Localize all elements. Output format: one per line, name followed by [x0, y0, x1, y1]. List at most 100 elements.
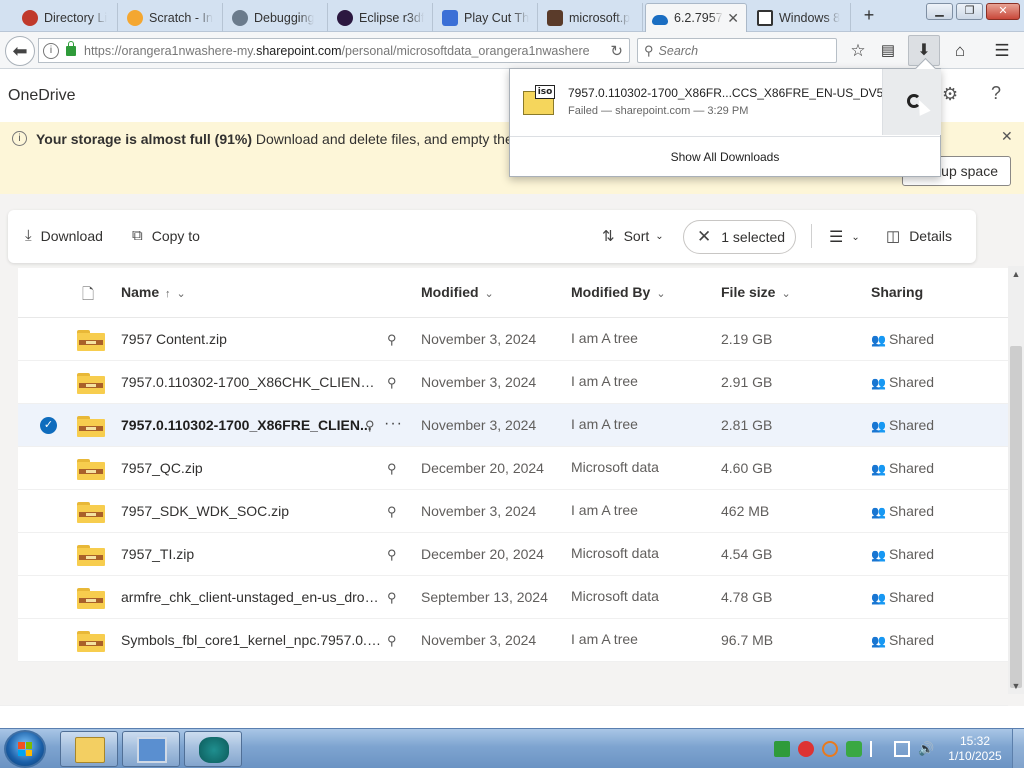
search-tray-icon[interactable]: [822, 741, 838, 757]
scroll-thumb[interactable]: [1010, 346, 1022, 688]
sharing-status[interactable]: 👥 Shared: [871, 404, 934, 447]
vertical-scrollbar[interactable]: ▲ ▼: [1008, 266, 1024, 694]
info-icon[interactable]: i: [43, 42, 59, 59]
sharing-status[interactable]: 👥 Shared: [871, 576, 934, 619]
url-text[interactable]: https://orangera1nwashere-my.sharepoint.…: [84, 44, 594, 58]
warning-x-icon[interactable]: [798, 741, 814, 757]
flag-icon[interactable]: [870, 741, 886, 757]
app-title[interactable]: OneDrive: [8, 87, 76, 105]
search-input[interactable]: [658, 43, 824, 58]
retry-button[interactable]: [882, 69, 941, 135]
tab-play-cut[interactable]: Play Cut Th: [436, 3, 538, 32]
table-row[interactable]: armfre_chk_client-unstaged_en-us_drop_n.…: [18, 576, 1008, 619]
pin-icon[interactable]: ⚲: [387, 447, 397, 490]
checkmark-icon[interactable]: ✓: [40, 417, 57, 434]
column-name[interactable]: Name ↑ ⌄: [121, 284, 186, 300]
copy-to-button[interactable]: ⧉ Copy to: [132, 227, 200, 244]
table-row[interactable]: 7957.0.110302-1700_X86CHK_CLIENT_E... ⚲ No…: [18, 361, 1008, 404]
sharing-status[interactable]: 👥 Shared: [871, 318, 934, 361]
view-options-button[interactable]: ☰ ⌄: [829, 227, 860, 247]
tab-eclipse[interactable]: Eclipse r3df: [331, 3, 433, 32]
pin-icon[interactable]: ⚲: [387, 318, 397, 361]
tab-debugging[interactable]: Debugging: [226, 3, 328, 32]
menu-icon[interactable]: ☰: [992, 41, 1012, 61]
selection-pill[interactable]: ✕ 1 selected: [683, 220, 796, 254]
table-row[interactable]: ✓ 7957.0.110302-1700_X86FRE_CLIEN... ⚲ ··· N…: [18, 404, 1008, 447]
sharing-status[interactable]: 👥 Shared: [871, 361, 934, 404]
table-row[interactable]: 7957_QC.zip ⚲ December 20, 2024 Microsoft d…: [18, 447, 1008, 490]
table-row[interactable]: 7957_TI.zip ⚲ December 20, 2024 Microsoft d…: [18, 533, 1008, 576]
modified-by[interactable]: Microsoft data: [571, 576, 659, 619]
file-name[interactable]: Symbols_fbl_core1_kernel_npc.7957.0.110.…: [121, 619, 383, 662]
help-icon[interactable]: ?: [991, 83, 1001, 104]
file-name[interactable]: 7957_TI.zip: [121, 533, 383, 576]
table-row[interactable]: Symbols_fbl_core1_kernel_npc.7957.0.110.…: [18, 619, 1008, 662]
column-modified[interactable]: Modified ⌄: [421, 284, 494, 300]
file-name[interactable]: 7957_SDK_WDK_SOC.zip: [121, 490, 383, 533]
more-options-icon[interactable]: ···: [384, 404, 403, 444]
table-row[interactable]: 7957_SDK_WDK_SOC.zip ⚲ November 3, 2024 I a…: [18, 490, 1008, 533]
taskbar-dragon-app[interactable]: [184, 731, 242, 767]
modified-by[interactable]: I am A tree: [571, 490, 638, 533]
tab-windows8[interactable]: Windows 8: [751, 3, 851, 32]
back-button[interactable]: ⬅: [5, 36, 35, 66]
settings-icon[interactable]: ⚙: [942, 84, 958, 105]
tab-microsoft[interactable]: microsoft.p: [541, 3, 643, 32]
address-bar[interactable]: i https://orangera1nwashere-my.sharepoin…: [38, 38, 630, 63]
modified-by[interactable]: I am A tree: [571, 404, 638, 447]
tab-directory[interactable]: Directory Li: [16, 3, 118, 32]
file-name[interactable]: 7957_QC.zip: [121, 447, 383, 490]
table-row[interactable]: 7957 Content.zip ⚲ November 3, 2024 I am A …: [18, 318, 1008, 361]
start-button[interactable]: [4, 730, 46, 768]
pin-icon[interactable]: ⚲: [387, 490, 397, 533]
modified-by[interactable]: Microsoft data: [571, 533, 659, 576]
download-button[interactable]: ⤓ Download: [25, 227, 103, 244]
pin-icon[interactable]: ⚲: [387, 533, 397, 576]
home-icon[interactable]: ⌂: [950, 41, 970, 61]
system-clock[interactable]: 15:32 1/10/2025: [944, 734, 1006, 764]
maximize-button[interactable]: ❐: [956, 3, 983, 20]
scroll-up-icon[interactable]: ▲: [1008, 266, 1024, 282]
file-name[interactable]: 7957 Content.zip: [121, 318, 383, 361]
modified-by[interactable]: I am A tree: [571, 318, 638, 361]
modified-by[interactable]: Microsoft data: [571, 447, 659, 490]
modified-by[interactable]: I am A tree: [571, 361, 638, 404]
sharing-status[interactable]: 👥 Shared: [871, 619, 934, 662]
sort-button[interactable]: ⇅ Sort ⌄: [602, 227, 664, 245]
details-button[interactable]: ◫ Details: [886, 227, 952, 245]
file-name[interactable]: armfre_chk_client-unstaged_en-us_drop_n.…: [121, 576, 383, 619]
tab-scratch[interactable]: Scratch - In: [121, 3, 223, 32]
modified-by[interactable]: I am A tree: [571, 619, 638, 662]
taskbar-remote-desktop[interactable]: [122, 731, 180, 767]
sharing-status[interactable]: 👥 Shared: [871, 533, 934, 576]
clear-selection-icon[interactable]: ✕: [697, 227, 711, 247]
show-all-downloads-button[interactable]: Show All Downloads: [510, 136, 940, 177]
new-tab-button[interactable]: +: [858, 4, 880, 26]
file-name[interactable]: 7957.0.110302-1700_X86CHK_CLIENT_E...: [121, 361, 383, 404]
column-file-size[interactable]: File size ⌄: [721, 284, 791, 300]
file-type-icon[interactable]: 🗋: [82, 284, 94, 309]
file-name[interactable]: 7957.0.110302-1700_X86FRE_CLIEN...: [121, 404, 383, 447]
horizontal-scrollbar[interactable]: ◀ ||| ▶: [0, 705, 1008, 706]
pin-icon[interactable]: ⚲: [365, 404, 375, 447]
pin-icon[interactable]: ⚲: [387, 361, 397, 404]
tab-onedrive-active[interactable]: 6.2.7957 ✕: [645, 3, 747, 32]
pin-icon[interactable]: ⚲: [387, 576, 397, 619]
volume-icon[interactable]: 🔊: [918, 741, 934, 757]
search-bar[interactable]: ⚲: [637, 38, 837, 63]
close-tab-icon[interactable]: ✕: [727, 10, 739, 27]
show-desktop-button[interactable]: [1012, 729, 1024, 768]
column-modified-by[interactable]: Modified By ⌄: [571, 284, 666, 300]
pin-icon[interactable]: ⚲: [387, 619, 397, 662]
reload-icon[interactable]: ↻: [610, 42, 623, 60]
network-shield-icon[interactable]: [774, 741, 790, 757]
reading-list-icon[interactable]: ▤: [878, 41, 898, 61]
download-item[interactable]: iso 7957.0.110302-1700_X86FR...CCS_X86FR…: [510, 69, 902, 135]
network-icon[interactable]: [894, 741, 910, 757]
sharing-status[interactable]: 👥 Shared: [871, 490, 934, 533]
taskbar-explorer[interactable]: [60, 731, 118, 767]
column-sharing[interactable]: Sharing: [871, 284, 923, 300]
security-check-icon[interactable]: [846, 741, 862, 757]
close-window-button[interactable]: ✕: [986, 3, 1020, 20]
bookmark-star-icon[interactable]: ☆: [848, 41, 868, 61]
